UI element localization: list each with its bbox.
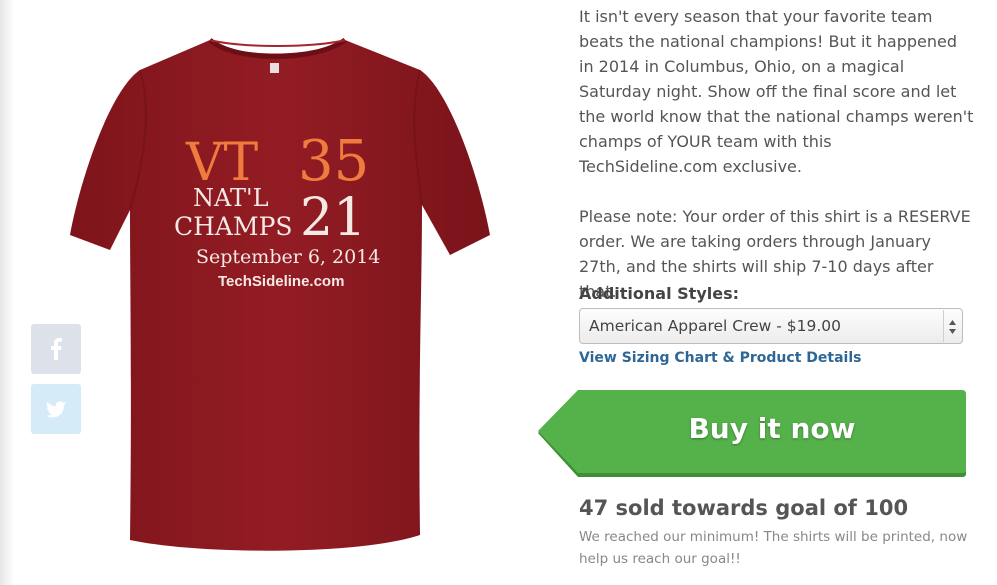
sold-count: 47 sold towards goal of 100 bbox=[579, 496, 909, 520]
sizing-chart-link[interactable]: View Sizing Chart & Product Details bbox=[579, 350, 861, 366]
tshirt-body bbox=[70, 40, 490, 551]
print-natl: NAT'L bbox=[193, 184, 269, 212]
additional-styles-label: Additional Styles: bbox=[579, 284, 739, 303]
print-site: TechSideline.com bbox=[218, 273, 344, 290]
tshirt-image: VT 35 NAT'L CHAMPS 21 September 6, 2014 … bbox=[70, 37, 490, 551]
buy-now-button[interactable]: Buy it now bbox=[538, 390, 966, 477]
print-score-35: 35 bbox=[298, 129, 369, 194]
style-select[interactable]: American Apparel Crew - $19.00 bbox=[579, 308, 963, 344]
style-select-value: American Apparel Crew - $19.00 bbox=[589, 317, 842, 335]
print-date: September 6, 2014 bbox=[196, 246, 380, 268]
select-arrows-icon bbox=[949, 320, 956, 334]
buy-now-label: Buy it now bbox=[688, 412, 856, 445]
description-paragraph: It isn't every season that your favorite… bbox=[579, 7, 974, 176]
product-description: It isn't every season that your favorite… bbox=[579, 4, 974, 304]
left-edge-shadow bbox=[0, 0, 14, 585]
select-divider bbox=[943, 310, 944, 342]
goal-note: We reached our minimum! The shirts will … bbox=[579, 529, 968, 567]
product-image: VT 35 NAT'L CHAMPS 21 September 6, 2014 … bbox=[60, 30, 500, 560]
print-score-21: 21 bbox=[300, 188, 366, 248]
print-champs: CHAMPS bbox=[174, 212, 293, 241]
